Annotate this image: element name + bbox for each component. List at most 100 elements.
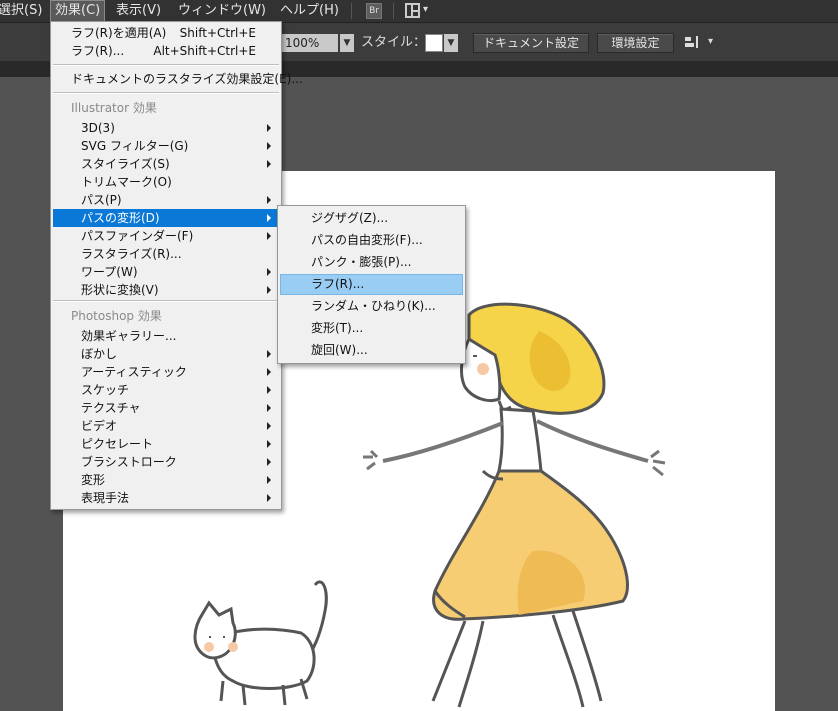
menu-separator — [53, 64, 279, 66]
menu-effect[interactable]: 効果(C) — [50, 0, 106, 22]
menu-item-label: ラフ(R)... — [71, 44, 125, 58]
submenu-arrow-icon — [267, 286, 271, 294]
menu-item-label: スケッチ — [81, 383, 130, 397]
submenu-arrow-icon — [267, 458, 271, 466]
menu-item-illustrator-effect[interactable]: スタイライズ(S) — [53, 155, 279, 173]
menu-view[interactable]: 表示(V) — [116, 0, 161, 22]
style-label: スタイル： — [361, 35, 427, 50]
menu-item-illustrator-effect[interactable]: SVG フィルター(G) — [53, 137, 279, 155]
bridge-icon[interactable]: Br — [366, 3, 382, 19]
menu-item-label: 表現手法 — [81, 491, 130, 505]
menu-item-label: ブラシストローク — [81, 455, 177, 469]
submenu-item-distort[interactable]: 変形(T)... — [280, 318, 463, 339]
menu-item-label: 変形 — [81, 473, 106, 487]
menu-item-label: パスの自由変形(F)... — [311, 233, 423, 247]
distort-transform-submenu: ジグザグ(Z)... パスの自由変形(F)... パンク・膨張(P)... ラフ(R)… — [277, 205, 466, 364]
menu-window[interactable]: ウィンドウ(W) — [178, 0, 266, 22]
menu-item-photoshop-effect[interactable]: 変形 — [53, 471, 279, 489]
menu-item-photoshop-effect[interactable]: ブラシストローク — [53, 453, 279, 471]
effect-menu-dropdown: ラフ(R)を適用(A) Shift+Ctrl+E ラフ(R)... Alt+Sh… — [50, 21, 303, 510]
menu-item-label: テクスチャ — [81, 401, 141, 415]
submenu-arrow-icon — [267, 124, 271, 132]
submenu-arrow-icon — [267, 494, 271, 502]
menu-item-photoshop-effect[interactable]: アーティスティック — [53, 363, 279, 381]
submenu-item-distort[interactable]: ランダム・ひねり(K)... — [280, 296, 463, 317]
menu-item-illustrator-effect[interactable]: パスファインダー(F) — [53, 227, 279, 245]
menu-item-last-effect[interactable]: ラフ(R)... Alt+Shift+Ctrl+E — [53, 42, 279, 60]
menu-item-label: SVG フィルター(G) — [81, 139, 189, 153]
menu-item-raster-settings[interactable]: ドキュメントのラスタライズ効果設定(E)... — [53, 70, 303, 88]
menu-item-label: ピクセレート — [81, 437, 154, 451]
opacity-dropdown-icon[interactable]: ▼ — [340, 34, 354, 52]
menu-item-shortcut: Alt+Shift+Ctrl+E — [153, 44, 256, 58]
menu-item-label: ワープ(W) — [81, 265, 138, 279]
submenu-arrow-icon — [267, 214, 271, 222]
submenu-arrow-icon — [267, 268, 271, 276]
arrange-documents-icon[interactable] — [405, 3, 420, 18]
menu-item-photoshop-effect[interactable]: ビデオ — [53, 417, 279, 435]
submenu-arrow-icon — [267, 422, 271, 430]
menu-item-label: 旋回(W)... — [311, 343, 368, 357]
menu-item-illustrator-effect[interactable]: 形状に変換(V) — [53, 281, 279, 299]
chevron-down-icon[interactable]: ▾ — [423, 4, 428, 15]
submenu-arrow-icon — [267, 368, 271, 376]
menu-item-label: パス(P) — [81, 193, 122, 207]
illustrator-effects-header: Illustrator 効果 — [53, 99, 279, 117]
cat-figure — [193, 580, 328, 706]
menu-item-photoshop-effect[interactable]: テクスチャ — [53, 399, 279, 417]
menu-separator — [53, 300, 279, 302]
menu-item-shortcut: Shift+Ctrl+E — [179, 26, 256, 40]
submenu-arrow-icon — [267, 350, 271, 358]
menubar-divider — [393, 3, 394, 19]
menu-item-illustrator-effect[interactable]: トリムマーク(O) — [53, 173, 279, 191]
menu-item-illustrator-effect[interactable]: パス(P) — [53, 191, 279, 209]
submenu-item-distort[interactable]: パンク・膨張(P)... — [280, 252, 463, 273]
submenu-arrow-icon — [267, 142, 271, 150]
menu-item-label: ラフ(R)を適用(A) — [71, 26, 167, 40]
submenu-arrow-icon — [267, 404, 271, 412]
submenu-arrow-icon — [267, 440, 271, 448]
menu-item-label: 効果ギャラリー... — [81, 329, 177, 343]
submenu-arrow-icon — [267, 232, 271, 240]
menu-item-label: ドキュメントのラスタライズ効果設定(E)... — [71, 72, 303, 86]
menu-item-label: 形状に変換(V) — [81, 283, 159, 297]
menu-item-label: トリムマーク(O) — [81, 175, 172, 189]
opacity-input[interactable]: 100% — [282, 34, 338, 52]
menu-item-label: ラスタライズ(R)... — [81, 247, 182, 261]
section-header-label: Photoshop 効果 — [71, 309, 162, 323]
menu-item-label: 変形(T)... — [311, 321, 364, 335]
menu-item-label: 3D(3) — [81, 121, 115, 135]
menu-item-illustrator-effect[interactable]: 3D(3) — [53, 119, 279, 137]
menu-help[interactable]: ヘルプ(H) — [280, 0, 339, 22]
style-swatch[interactable] — [425, 34, 443, 52]
style-dropdown-icon[interactable]: ▼ — [444, 34, 458, 52]
menu-item-photoshop-effect[interactable]: ピクセレート — [53, 435, 279, 453]
menu-item-illustrator-effect[interactable]: ラスタライズ(R)... — [53, 245, 279, 263]
menu-item-photoshop-effect[interactable]: 効果ギャラリー... — [53, 327, 279, 345]
submenu-arrow-icon — [267, 196, 271, 204]
menu-item-label: パスの変形(D) — [81, 211, 160, 225]
submenu-item-distort[interactable]: パスの自由変形(F)... — [280, 230, 463, 251]
menu-bar: 選択(S) 効果(C) 表示(V) ウィンドウ(W) ヘルプ(H) Br ▾ — [0, 0, 838, 23]
preferences-button[interactable]: 環境設定 — [597, 33, 674, 53]
menu-item-label: パンク・膨張(P)... — [311, 255, 412, 269]
menu-item-apply-last-effect[interactable]: ラフ(R)を適用(A) Shift+Ctrl+E — [53, 24, 279, 42]
submenu-item-distort[interactable]: ラフ(R)... — [280, 274, 463, 295]
submenu-arrow-icon — [267, 160, 271, 168]
align-icon[interactable] — [685, 36, 699, 48]
menu-item-illustrator-effect[interactable]: パスの変形(D) — [53, 209, 279, 227]
menu-item-photoshop-effect[interactable]: ぼかし — [53, 345, 279, 363]
menu-item-photoshop-effect[interactable]: 表現手法 — [53, 489, 279, 507]
menu-item-label: ジグザグ(Z)... — [311, 211, 389, 225]
menu-select[interactable]: 選択(S) — [0, 0, 42, 22]
submenu-item-distort[interactable]: 旋回(W)... — [280, 340, 463, 361]
menu-item-photoshop-effect[interactable]: スケッチ — [53, 381, 279, 399]
photoshop-effects-header: Photoshop 効果 — [53, 307, 279, 325]
chevron-down-icon[interactable]: ▾ — [708, 36, 713, 47]
menu-item-illustrator-effect[interactable]: ワープ(W) — [53, 263, 279, 281]
document-settings-button[interactable]: ドキュメント設定 — [473, 33, 589, 53]
menu-separator — [53, 92, 279, 94]
submenu-item-distort[interactable]: ジグザグ(Z)... — [280, 208, 463, 229]
menu-item-label: スタイライズ(S) — [81, 157, 170, 171]
girl-figure — [363, 302, 666, 708]
